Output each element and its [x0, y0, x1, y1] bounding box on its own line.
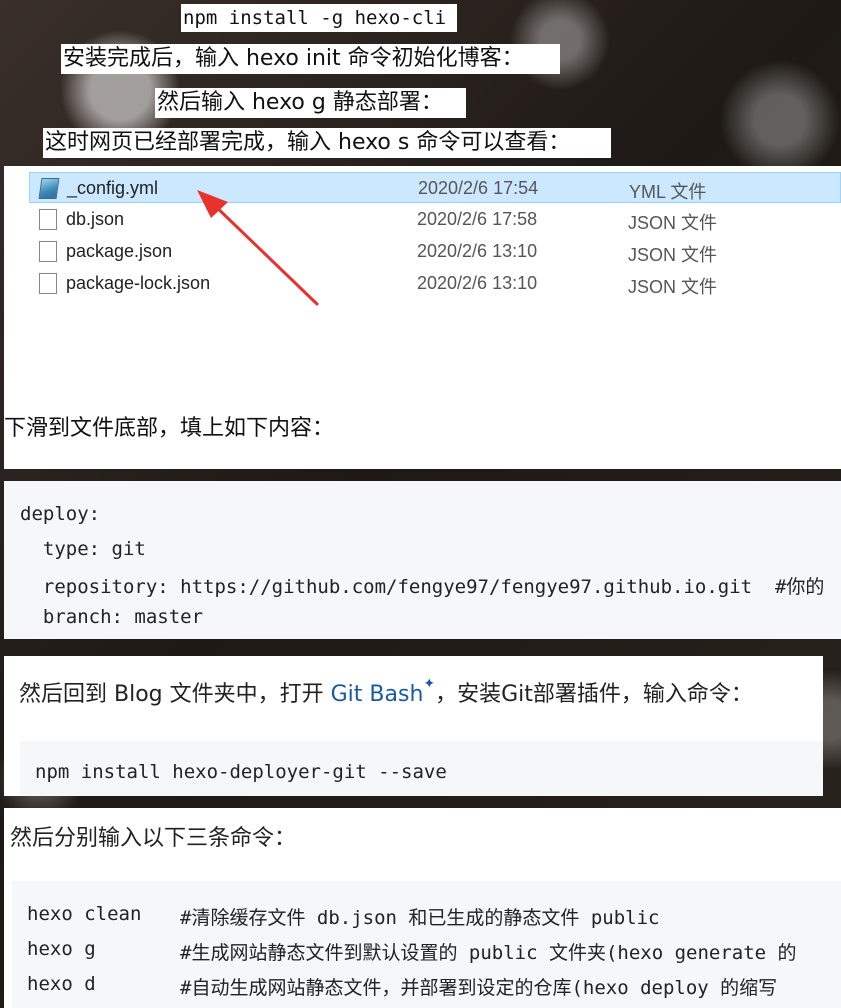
command-text: hexo clean: [27, 903, 142, 925]
deploy-config-code-block: deploy: type: git repository: https://gi…: [4, 481, 841, 639]
hexo-commands-code-block: hexo clean #清除缓存文件 db.json 和已生成的静态文件 pub…: [12, 881, 841, 1008]
three-commands-instruction: 然后分别输入以下三条命令：: [10, 826, 297, 851]
link-mark-icon: ✦: [423, 676, 436, 692]
instruction-text-before: 然后回到 Blog 文件夹中，打开: [19, 682, 331, 707]
git-bash-link[interactable]: Git Bash: [331, 682, 424, 707]
hexo-server-instruction: 这时网页已经部署完成，输入 hexo s 命令可以查看：: [43, 128, 611, 158]
command-text: hexo d: [27, 973, 96, 995]
instruction-text-after: ，安装Git部署插件，输入命令：: [435, 682, 753, 707]
install-command-banner: npm install -g hexo-cli: [181, 4, 457, 32]
command-text: hexo g: [27, 938, 96, 960]
code-line: npm install hexo-deployer-git --save: [35, 761, 447, 783]
command-comment: #自动生成网站静态文件，并部署到设定的仓库(hexo deploy 的缩写: [180, 977, 778, 999]
hexo-generate-instruction: 然后输入 hexo g 静态部署：: [155, 88, 466, 118]
code-line: type: git: [20, 538, 146, 560]
code-line: repository: https://github.com/fengye97/…: [20, 576, 825, 598]
hexo-init-instruction: 安装完成后，输入 hexo init 命令初始化博客：: [61, 44, 560, 74]
deployer-install-panel: 然后回到 Blog 文件夹中，打开 Git Bash✦，安装Git部署插件，输入…: [4, 656, 823, 796]
deployer-install-code-block: npm install hexo-deployer-git --save: [20, 741, 823, 796]
code-line: deploy:: [20, 503, 101, 525]
deployer-install-instruction: 然后回到 Blog 文件夹中，打开 Git Bash✦，安装Git部署插件，输入…: [19, 676, 753, 708]
command-comment: #生成网站静态文件到默认设置的 public 文件夹(hexo generate…: [180, 942, 797, 964]
scroll-to-bottom-instruction: 下滑到文件底部，填上如下内容：: [4, 416, 335, 441]
command-comment: #清除缓存文件 db.json 和已生成的静态文件 public: [180, 907, 660, 929]
code-line: branch: master: [20, 606, 204, 628]
three-commands-panel: 然后分别输入以下三条命令： hexo clean #清除缓存文件 db.json…: [4, 808, 841, 1008]
